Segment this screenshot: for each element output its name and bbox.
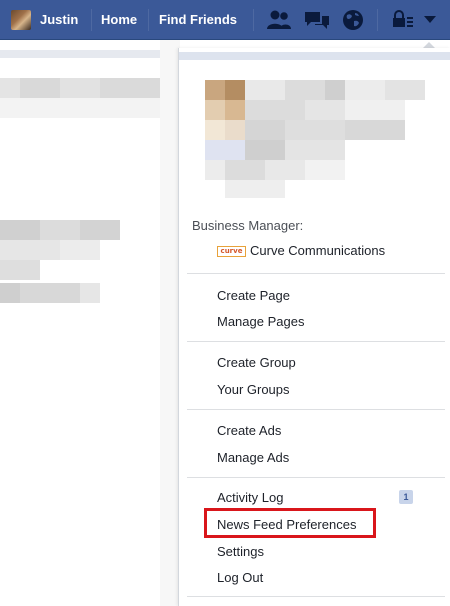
menu-item-settings[interactable]: Settings bbox=[217, 544, 264, 559]
nav-separator bbox=[91, 9, 92, 31]
blurred-page-content bbox=[0, 40, 180, 606]
menu-item-activity-log[interactable]: Activity Log bbox=[217, 490, 283, 505]
menu-item-create-group[interactable]: Create Group bbox=[217, 355, 296, 370]
menu-item-your-groups[interactable]: Your Groups bbox=[217, 382, 290, 397]
menu-item-manage-pages[interactable]: Manage Pages bbox=[217, 314, 304, 329]
menu-item-create-ads[interactable]: Create Ads bbox=[217, 423, 281, 438]
nav-separator bbox=[377, 9, 378, 31]
menu-item-create-page[interactable]: Create Page bbox=[217, 288, 290, 303]
profile-link[interactable]: Justin bbox=[40, 12, 78, 27]
messages-icon[interactable] bbox=[303, 8, 331, 32]
menu-item-manage-ads[interactable]: Manage Ads bbox=[217, 450, 289, 465]
menu-item-curve-communications[interactable]: Curve Communications bbox=[250, 243, 385, 258]
dropdown-top-strip bbox=[179, 52, 450, 60]
menu-divider bbox=[187, 409, 445, 410]
curve-logo-icon: curve bbox=[217, 246, 246, 257]
nav-separator bbox=[253, 9, 254, 31]
business-manager-label: Business Manager: bbox=[192, 218, 304, 233]
account-dropdown-menu: Business Manager: curve Curve Communicat… bbox=[178, 48, 450, 606]
menu-divider bbox=[187, 596, 445, 597]
account-menu-caret-icon[interactable] bbox=[424, 16, 436, 23]
friend-requests-icon[interactable] bbox=[266, 8, 292, 32]
nav-separator bbox=[148, 9, 149, 31]
menu-divider bbox=[187, 273, 445, 274]
privacy-lock-icon[interactable] bbox=[392, 8, 414, 32]
notifications-globe-icon[interactable] bbox=[341, 8, 365, 32]
user-avatar[interactable] bbox=[11, 10, 31, 30]
menu-item-log-out[interactable]: Log Out bbox=[217, 570, 263, 585]
activity-log-count-badge: 1 bbox=[399, 490, 413, 504]
top-navigation-bar: Justin Home Find Friends bbox=[0, 0, 450, 40]
menu-divider bbox=[187, 477, 445, 478]
home-link[interactable]: Home bbox=[101, 12, 137, 27]
highlight-box bbox=[204, 508, 376, 538]
find-friends-link[interactable]: Find Friends bbox=[159, 12, 237, 27]
menu-divider bbox=[187, 341, 445, 342]
